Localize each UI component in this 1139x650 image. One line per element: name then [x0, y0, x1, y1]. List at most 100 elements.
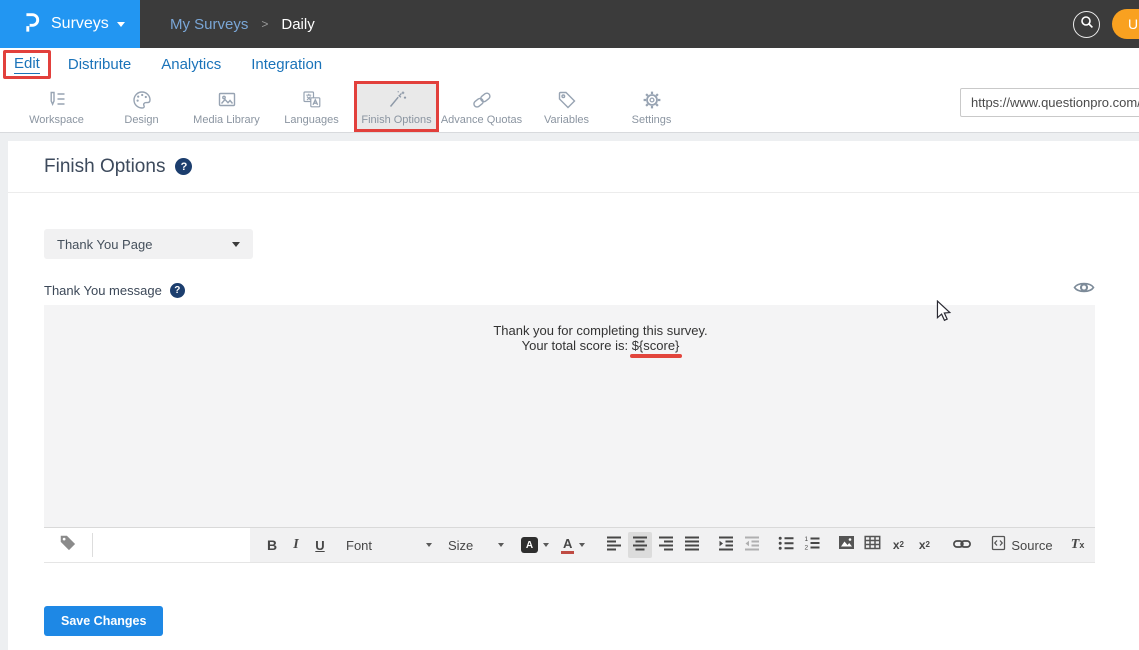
score-variable-annotated: ${score} — [632, 338, 680, 353]
message-label-row: Thank You message ? — [44, 281, 1095, 299]
insert-table-button[interactable] — [860, 532, 884, 558]
finish-options-wand-icon — [385, 88, 409, 112]
source-label: Source — [1011, 538, 1052, 553]
breadcrumb-my-surveys[interactable]: My Surveys — [170, 16, 248, 33]
font-family-value: Font — [346, 538, 372, 553]
chevron-down-icon — [579, 543, 585, 547]
superscript-num: 2 — [926, 541, 930, 549]
superscript-button[interactable]: x2 — [912, 532, 936, 558]
tab-integration[interactable]: Integration — [251, 56, 322, 73]
tag-icon — [58, 533, 77, 557]
bold-button[interactable]: B — [260, 532, 284, 558]
superscript-base: x — [919, 539, 926, 551]
advance-quotas-chain-icon — [470, 88, 494, 112]
editor-line-2-prefix: Your total score is: — [522, 338, 632, 353]
underline-button[interactable]: U — [308, 532, 332, 558]
bulleted-list-button[interactable] — [774, 532, 798, 558]
breadcrumb-separator: > — [261, 17, 268, 31]
message-label-group: Thank You message ? — [44, 283, 185, 298]
upgrade-button[interactable]: Up — [1112, 9, 1139, 39]
subscript-num: 2 — [900, 541, 904, 549]
nav-item-languages[interactable]: Languages — [269, 81, 354, 132]
editor-content: Thank you for completing this survey. Yo… — [44, 305, 1095, 353]
nav-label: Media Library — [193, 114, 260, 126]
settings-gear-icon — [640, 88, 664, 112]
workspace-icon — [45, 88, 69, 112]
align-right-button[interactable] — [654, 532, 678, 558]
nav-label: Workspace — [29, 114, 84, 126]
eye-icon — [1073, 280, 1095, 300]
help-icon[interactable]: ? — [170, 283, 185, 298]
italic-button[interactable]: I — [284, 532, 308, 558]
justify-button[interactable] — [680, 532, 704, 558]
font-family-dropdown[interactable]: Font — [346, 532, 432, 558]
message-label: Thank You message — [44, 283, 162, 298]
nav-item-advance-quotas[interactable]: Advance Quotas — [439, 81, 524, 132]
toolbar-main-group: B I U Font Size A — [250, 528, 1095, 562]
nav-item-design[interactable]: Design — [99, 81, 184, 132]
breadcrumb: My Surveys > Daily — [170, 0, 315, 48]
tab-analytics[interactable]: Analytics — [161, 56, 221, 73]
preview-button[interactable] — [1073, 280, 1095, 300]
table-icon — [864, 535, 881, 555]
outdent-icon — [744, 535, 760, 556]
numbered-list-button[interactable]: 1 2 — [800, 532, 824, 558]
nav-label: Variables — [544, 114, 589, 126]
font-size-dropdown[interactable]: Size — [448, 532, 504, 558]
breadcrumb-current-survey: Daily — [281, 16, 314, 33]
image-icon — [838, 535, 855, 555]
page-background: Finish Options ? Thank You Page Thank Yo… — [0, 133, 1139, 650]
topbar: Surveys My Surveys > Daily Up — [0, 0, 1139, 48]
questionpro-logo-icon — [20, 9, 42, 40]
subscript-button[interactable]: x2 — [886, 532, 910, 558]
toolbar-left-group — [44, 528, 250, 562]
indent-icon — [718, 535, 734, 556]
tab-distribute[interactable]: Distribute — [68, 56, 131, 73]
annotation-box-edit-tab: Edit — [3, 50, 51, 79]
product-menu-label: Surveys — [51, 15, 109, 33]
page-title: Finish Options — [44, 156, 165, 178]
variables-tag-icon — [555, 88, 579, 112]
source-button[interactable]: Source — [988, 532, 1055, 558]
insert-link-button[interactable] — [950, 532, 974, 558]
decrease-indent-button[interactable] — [740, 532, 764, 558]
thank-you-message-editor[interactable]: Thank you for completing this survey. Yo… — [44, 305, 1095, 527]
tab-edit[interactable]: Edit — [14, 55, 40, 74]
chevron-down-icon — [232, 242, 240, 247]
text-color-button[interactable]: A — [558, 532, 588, 558]
insert-variable-tag-button[interactable] — [55, 532, 80, 558]
finish-type-dropdown-value: Thank You Page — [57, 237, 152, 252]
remove-format-icon: T — [1071, 537, 1080, 553]
survey-url-input[interactable] — [960, 88, 1139, 117]
save-changes-button[interactable]: Save Changes — [44, 606, 163, 636]
nav-item-workspace[interactable]: Workspace — [14, 81, 99, 132]
help-icon[interactable]: ? — [175, 158, 192, 175]
remove-format-button[interactable]: Tx — [1066, 532, 1090, 558]
nav-item-media-library[interactable]: Media Library — [184, 81, 269, 132]
insert-image-button[interactable] — [834, 532, 858, 558]
design-palette-icon — [130, 88, 154, 112]
product-menu[interactable]: Surveys — [0, 0, 140, 48]
editor-line-2: Your total score is: ${score} — [106, 339, 1095, 354]
nav-item-settings[interactable]: Settings — [609, 81, 694, 132]
nav-label: Advance Quotas — [441, 114, 522, 126]
increase-indent-button[interactable] — [714, 532, 738, 558]
nav-label: Finish Options — [361, 114, 431, 126]
background-color-button[interactable]: A — [518, 532, 552, 558]
nav-item-variables[interactable]: Variables — [524, 81, 609, 132]
text-color-icon: A — [561, 537, 574, 554]
finish-type-dropdown[interactable]: Thank You Page — [44, 229, 253, 259]
align-center-button[interactable] — [628, 532, 652, 558]
nav-label: Design — [124, 114, 158, 126]
remove-format-x: x — [1079, 540, 1084, 550]
align-left-icon — [606, 535, 622, 556]
search-button[interactable] — [1073, 11, 1100, 38]
nav-label: Languages — [284, 114, 338, 126]
font-size-value: Size — [448, 538, 473, 553]
align-left-button[interactable] — [602, 532, 626, 558]
nav-item-finish-options[interactable]: Finish Options — [354, 81, 439, 132]
justify-icon — [684, 535, 700, 556]
languages-icon — [300, 88, 324, 112]
search-icon — [1079, 14, 1095, 35]
editor-line-1: Thank you for completing this survey. — [106, 324, 1095, 339]
